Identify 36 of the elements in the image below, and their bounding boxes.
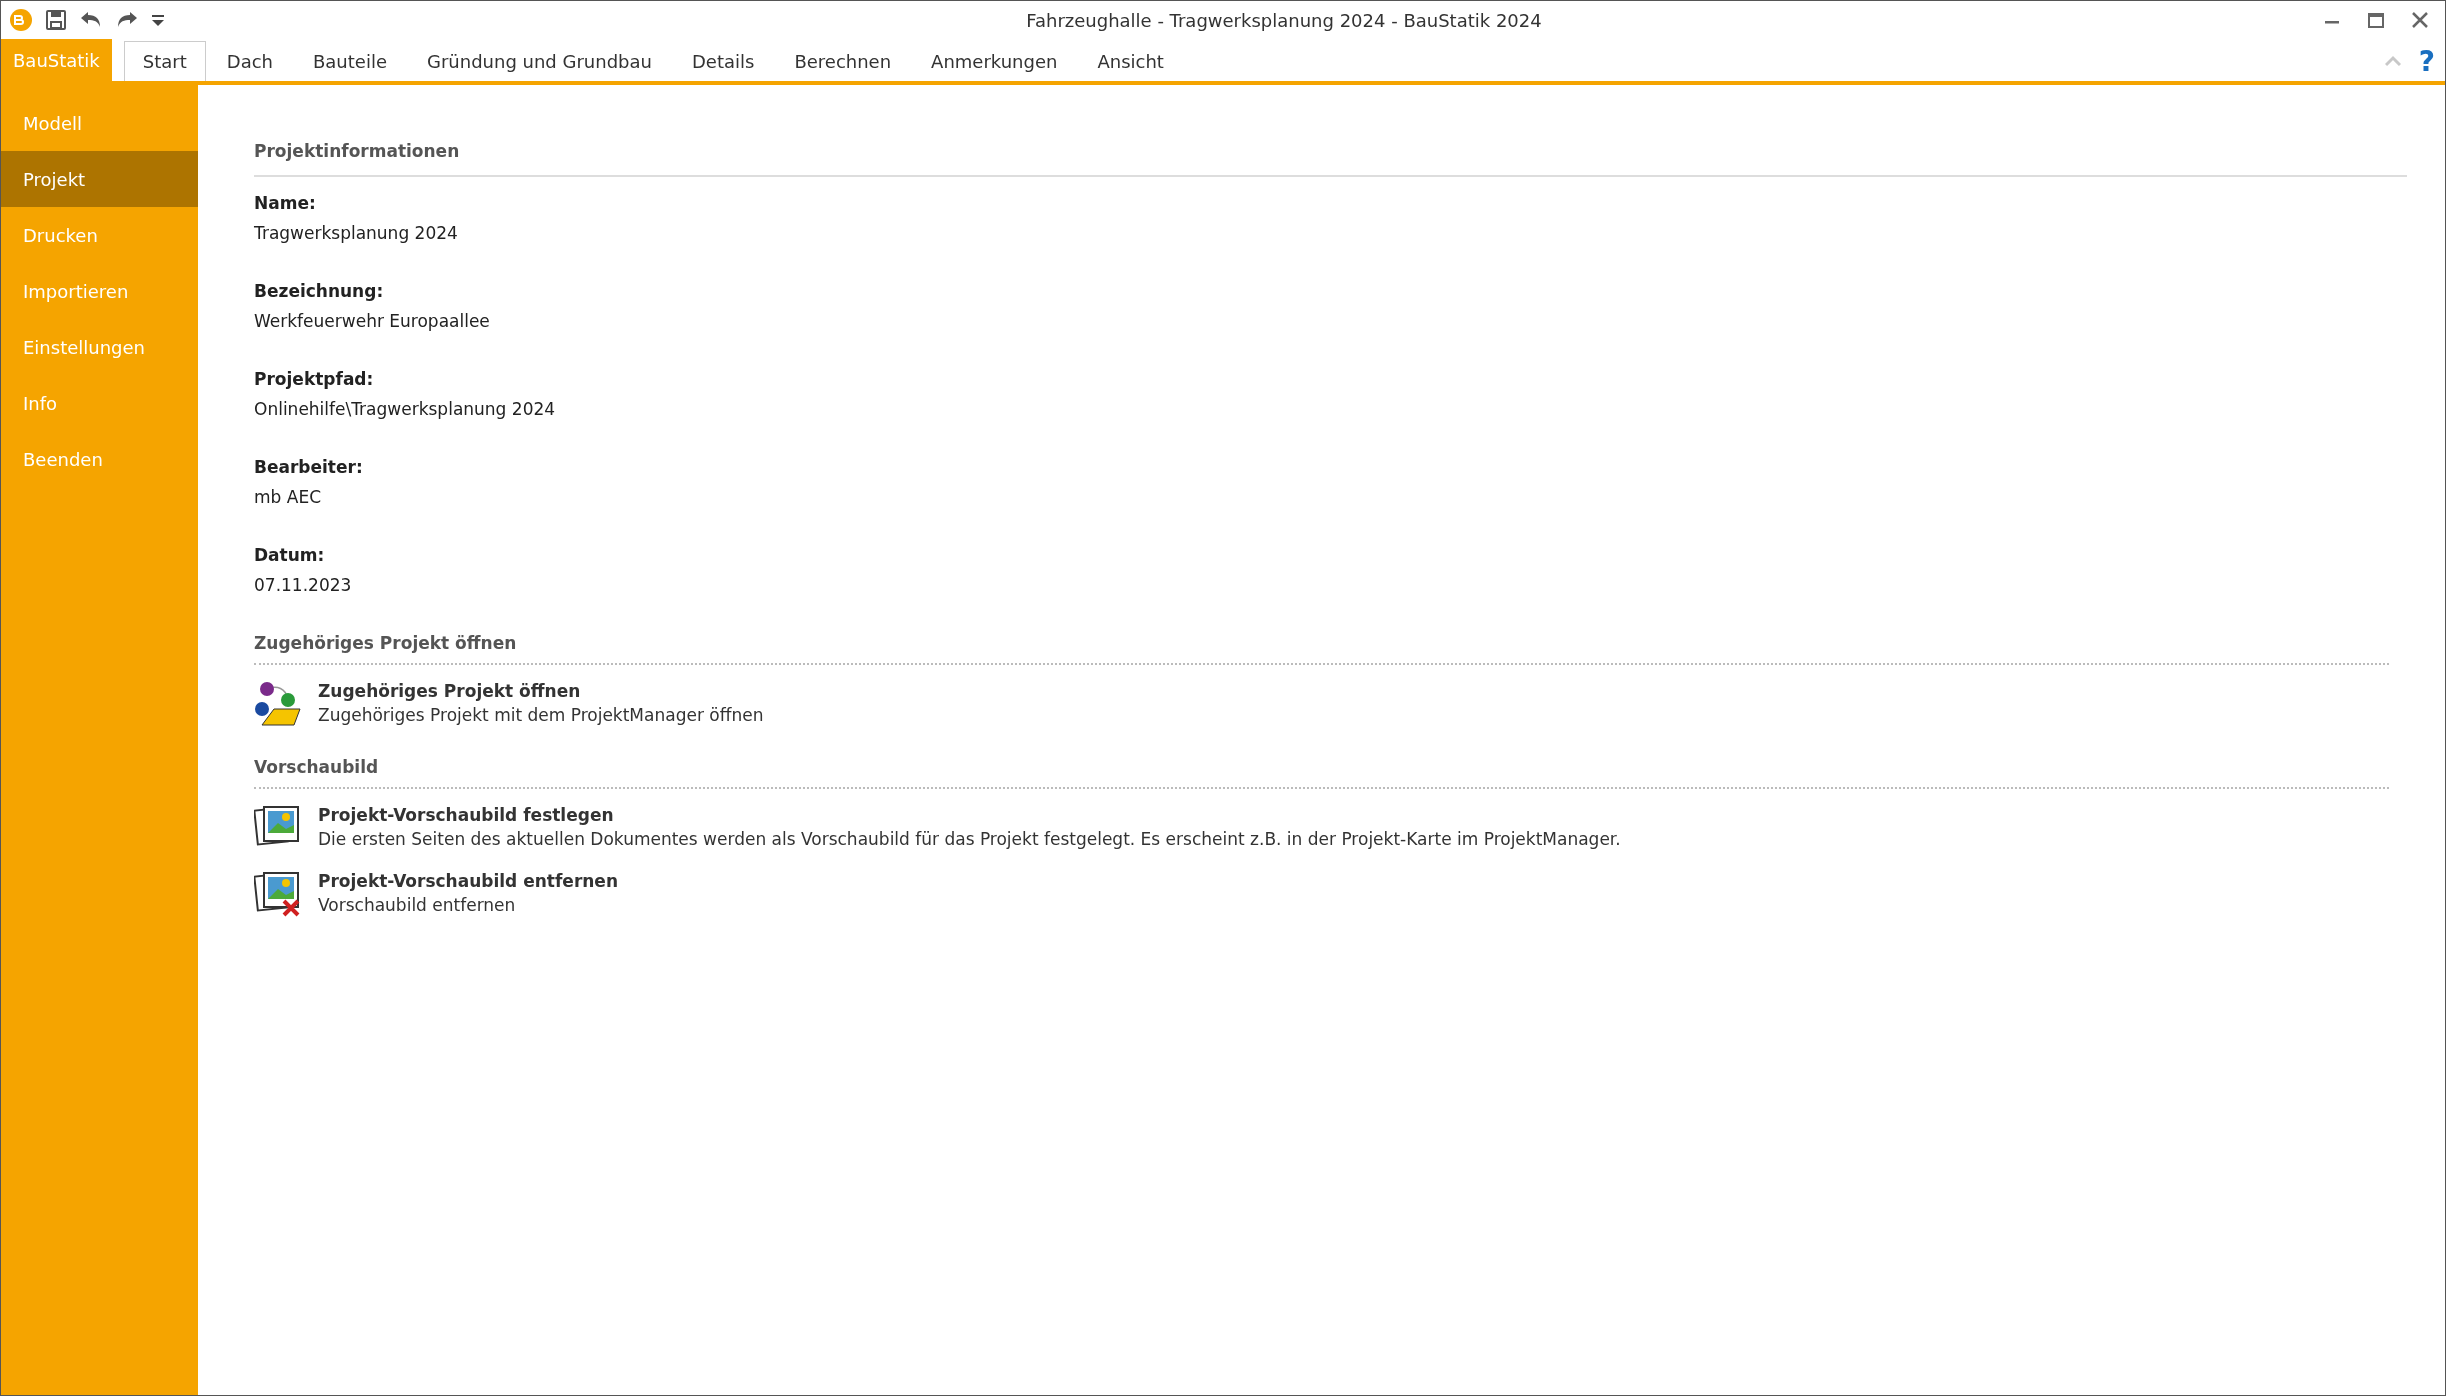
close-icon[interactable] (2411, 11, 2429, 29)
action-description: Zugehöriges Projekt mit dem ProjektManager öffnen (318, 705, 764, 725)
field-label: Datum: (254, 545, 326, 565)
save-icon[interactable] (45, 9, 67, 31)
field-label: Projektpfad: (254, 369, 375, 389)
field-label: Name: (254, 193, 317, 213)
ribbon-tab[interactable]: Start (123, 41, 206, 81)
picture-remove-icon[interactable] (254, 869, 302, 917)
section-heading: Zugehöriges Projekt öffnen (254, 633, 2389, 665)
help-button[interactable]: ? (2400, 41, 2445, 81)
field-label: Bearbeiter: (254, 457, 364, 477)
dropdown-icon[interactable] (151, 13, 165, 27)
field-value: Onlinehilfe\Tragwerksplanung 2024 (254, 399, 557, 419)
action-link[interactable]: Projekt-Vorschaubild festlegen (318, 805, 614, 825)
ribbon-tab[interactable]: Dach (207, 41, 292, 81)
section-heading: Projektinformationen (254, 141, 2407, 177)
ribbon-tab[interactable]: Details (672, 41, 774, 81)
project-network-icon[interactable] (254, 679, 302, 727)
action-description: Vorschaubild entfernen (318, 895, 517, 915)
field-value: Tragwerksplanung 2024 (254, 223, 459, 243)
field-value: Werkfeuerwehr Europaallee (254, 311, 491, 331)
sidebar-item[interactable]: Projekt (1, 151, 198, 207)
ribbon-tab[interactable]: Ansicht (1078, 41, 1183, 81)
action-link[interactable]: Zugehöriges Projekt öffnen (318, 681, 581, 701)
action-description: Die ersten Seiten des aktuellen Dokumentes werden als Vorschaubild für das Projekt festgelegt. Es erscheint z.B. in der Projekt-Karte im ProjektManager. (318, 829, 1621, 849)
window-title: Fahrzeughalle - Tragwerksplanung 2024 - BauStatik 2024 (1025, 9, 1543, 31)
action-link[interactable]: Projekt-Vorschaubild entfernen (318, 871, 618, 891)
ribbon-tab[interactable]: Gründung und Grundbau (408, 41, 671, 81)
ribbon-tab[interactable]: Anmerkungen (912, 41, 1077, 81)
maximize-icon[interactable] (2367, 11, 2385, 29)
field-label: Bezeichnung: (254, 281, 385, 301)
field-value: mb AEC (254, 487, 322, 507)
field-value: 07.11.2023 (254, 575, 353, 595)
ribbon-tab[interactable]: Berechnen (775, 41, 911, 81)
ribbon-tab[interactable]: Bauteile (294, 41, 406, 81)
section-heading: Vorschaubild (254, 757, 2389, 789)
